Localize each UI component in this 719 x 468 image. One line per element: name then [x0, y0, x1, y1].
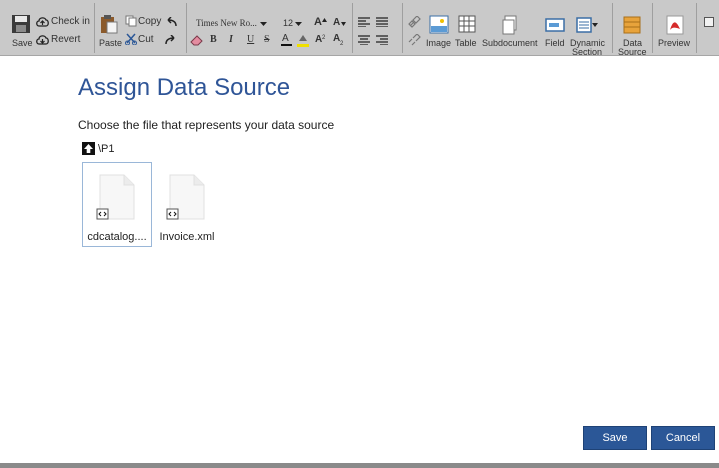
preview-button[interactable]: Preview: [656, 14, 694, 50]
toolbar-checkbox[interactable]: [704, 17, 714, 27]
file-name: Invoice.xml: [159, 231, 215, 243]
highlight-icon[interactable]: [297, 33, 309, 47]
dialog-title: Assign Data Source: [78, 74, 291, 101]
cut-button[interactable]: Cut: [125, 33, 161, 46]
font-name-value: Times New Ro...: [196, 18, 257, 28]
cancel-button[interactable]: Cancel: [651, 426, 715, 450]
image-label: Image: [426, 38, 452, 48]
hyperlink-icon[interactable]: [408, 16, 421, 28]
data-source-button[interactable]: Data Source: [615, 14, 649, 57]
data-source-icon: [623, 16, 641, 34]
align-right-icon[interactable]: [376, 35, 388, 45]
font-size-select[interactable]: 12: [282, 16, 304, 29]
xml-file-icon: [166, 174, 205, 220]
table-icon: [458, 15, 476, 33]
toolbar-separator: [696, 3, 697, 53]
font-name-select[interactable]: Times New Ro...: [194, 16, 268, 29]
subdocument-button[interactable]: Subdocument: [481, 14, 539, 50]
font-color-button[interactable]: A: [281, 33, 292, 47]
eraser-icon[interactable]: [190, 34, 204, 46]
field-button[interactable]: Field: [543, 14, 567, 50]
subdocument-icon: [502, 15, 517, 35]
subdocument-label: Subdocument: [482, 38, 538, 48]
table-button[interactable]: Table: [454, 14, 480, 50]
xml-file-icon: [96, 174, 135, 220]
window-bottom-edge: [0, 463, 719, 468]
table-label: Table: [455, 38, 477, 48]
file-item-cdcatalog[interactable]: cdcatalog....: [82, 162, 152, 247]
toolbar-separator: [652, 3, 653, 53]
image-button[interactable]: Image: [425, 14, 453, 50]
paste-label: Paste: [99, 38, 123, 48]
current-path: \P1: [98, 143, 115, 155]
chevron-down-icon: [260, 22, 267, 26]
field-icon: [545, 18, 565, 32]
save-button[interactable]: Save: [8, 14, 34, 50]
redo-icon[interactable]: [165, 35, 177, 45]
clipboard-paste-icon: [101, 15, 118, 34]
arrow-up-icon: [322, 18, 327, 22]
scissors-icon: [125, 33, 137, 45]
paste-button[interactable]: Paste: [98, 14, 122, 50]
align-center-icon[interactable]: [358, 35, 370, 45]
image-icon: [429, 15, 449, 34]
chevron-down-icon: [295, 22, 302, 26]
font-color-swatch: [281, 44, 292, 46]
copy-icon: [125, 15, 137, 27]
toolbar-separator: [94, 3, 95, 53]
grow-font-button[interactable]: A: [313, 16, 327, 29]
ribbon-toolbar: Save Check in Revert Paste Copy Cut Time…: [0, 0, 719, 57]
arrow-down-icon: [341, 22, 346, 26]
assign-data-source-dialog: Assign Data Source Choose the file that …: [0, 56, 719, 463]
subscript-marker: 2: [340, 41, 344, 47]
dialog-instructions: Choose the file that represents your dat…: [78, 118, 335, 132]
copy-label: Copy: [138, 16, 162, 27]
check-in-label: Check in: [51, 16, 90, 27]
shrink-font-button[interactable]: A: [332, 16, 346, 29]
save-button[interactable]: Save: [583, 426, 647, 450]
field-label: Field: [545, 38, 565, 48]
check-in-button[interactable]: Check in: [36, 15, 94, 28]
toolbar-separator: [612, 3, 613, 53]
undo-icon[interactable]: [165, 17, 177, 27]
cloud-revert-icon: [36, 35, 49, 45]
unlink-icon[interactable]: [408, 34, 421, 46]
file-name: cdcatalog....: [87, 231, 147, 243]
font-color-label: A: [282, 33, 289, 44]
copy-button[interactable]: Copy: [125, 15, 161, 28]
justify-icon[interactable]: [376, 17, 388, 27]
file-item-invoice[interactable]: Invoice.xml: [152, 162, 222, 247]
save-label: Save: [12, 38, 33, 48]
folder-up-icon[interactable]: [82, 142, 95, 155]
toolbar-separator: [352, 3, 353, 53]
toolbar-separator: [402, 3, 403, 53]
underline-button[interactable]: U: [247, 35, 254, 45]
dynamic-section-icon: [576, 17, 598, 33]
font-size-value: 12: [283, 18, 294, 28]
pdf-icon: [666, 15, 684, 35]
strikethrough-button[interactable]: S: [264, 35, 270, 45]
superscript-marker: 2: [322, 35, 326, 41]
cloud-upload-icon: [36, 17, 49, 27]
revert-button[interactable]: Revert: [36, 33, 94, 46]
align-left-icon[interactable]: [358, 17, 370, 27]
dynamic-section-button[interactable]: Dynamic Section: [569, 14, 605, 57]
superscript-button[interactable]: A 2: [315, 33, 329, 46]
italic-button[interactable]: I: [229, 35, 233, 45]
floppy-disk-icon: [12, 15, 30, 33]
subscript-button[interactable]: A 2: [333, 33, 347, 48]
preview-label: Preview: [658, 38, 691, 48]
toolbar-separator: [186, 3, 187, 53]
cut-label: Cut: [138, 34, 154, 45]
shrink-font-label: A: [333, 17, 341, 28]
grow-font-label: A: [314, 16, 322, 28]
bold-button[interactable]: B: [210, 35, 217, 45]
revert-label: Revert: [51, 34, 81, 45]
